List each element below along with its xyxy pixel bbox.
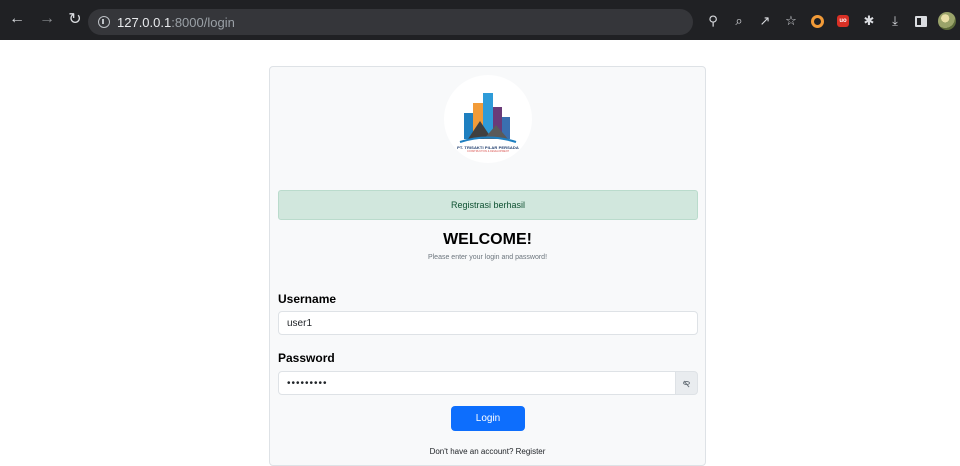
info-icon[interactable] [98,16,110,28]
password-input[interactable]: ••••••••• [278,371,676,395]
extension-orange-icon[interactable] [804,10,830,32]
forward-arrow-icon[interactable]: → [36,8,58,30]
browser-toolbar: ← → ↻ 127.0.0.1:8000/login ⚲ ⌕ ↗ ☆ uo ✱ … [0,0,960,40]
key-icon[interactable]: ⚲ [700,10,726,32]
reload-icon[interactable]: ↻ [64,8,86,30]
star-icon[interactable]: ☆ [778,10,804,32]
login-card: PT. TRISAKTI PILAR PERSADA CONSTRUCTION … [269,66,706,466]
buildings-logo-icon [459,93,517,143]
url-host: 127.0.0.1 [117,14,172,30]
download-icon[interactable]: ⤓ [882,10,908,32]
side-panel-icon[interactable] [908,10,934,32]
password-label: Password [278,351,335,365]
puzzle-icon[interactable]: ✱ [856,10,882,32]
company-logo: PT. TRISAKTI PILAR PERSADA CONSTRUCTION … [444,75,532,163]
zoom-icon[interactable]: ⌕ [726,10,752,32]
success-alert: Registrasi berhasil [278,190,698,220]
username-input[interactable]: user1 [278,311,698,335]
back-arrow-icon[interactable]: ← [6,8,28,30]
register-link[interactable]: Register [516,447,546,456]
login-button[interactable]: Login [451,406,525,431]
profile-avatar-icon[interactable] [934,10,960,32]
username-label: Username [278,292,337,306]
extension-red-icon[interactable]: uo [830,10,856,32]
eye-slash-icon [683,381,690,385]
address-bar[interactable]: 127.0.0.1:8000/login [88,9,693,35]
toolbar-icons: ⚲ ⌕ ↗ ☆ uo ✱ ⤓ [700,9,960,33]
password-visibility-toggle[interactable] [675,371,698,395]
url-path: :8000/login [171,14,235,30]
register-prompt-text: Don't have an account? [429,447,514,456]
share-icon[interactable]: ↗ [752,10,778,32]
register-prompt: Don't have an account? Register [270,447,705,456]
page-title: WELCOME! [443,231,532,248]
logo-tagline: CONSTRUCTION & DEVELOPMENT [466,150,510,153]
page-subtitle: Please enter your login and password! [427,254,548,261]
